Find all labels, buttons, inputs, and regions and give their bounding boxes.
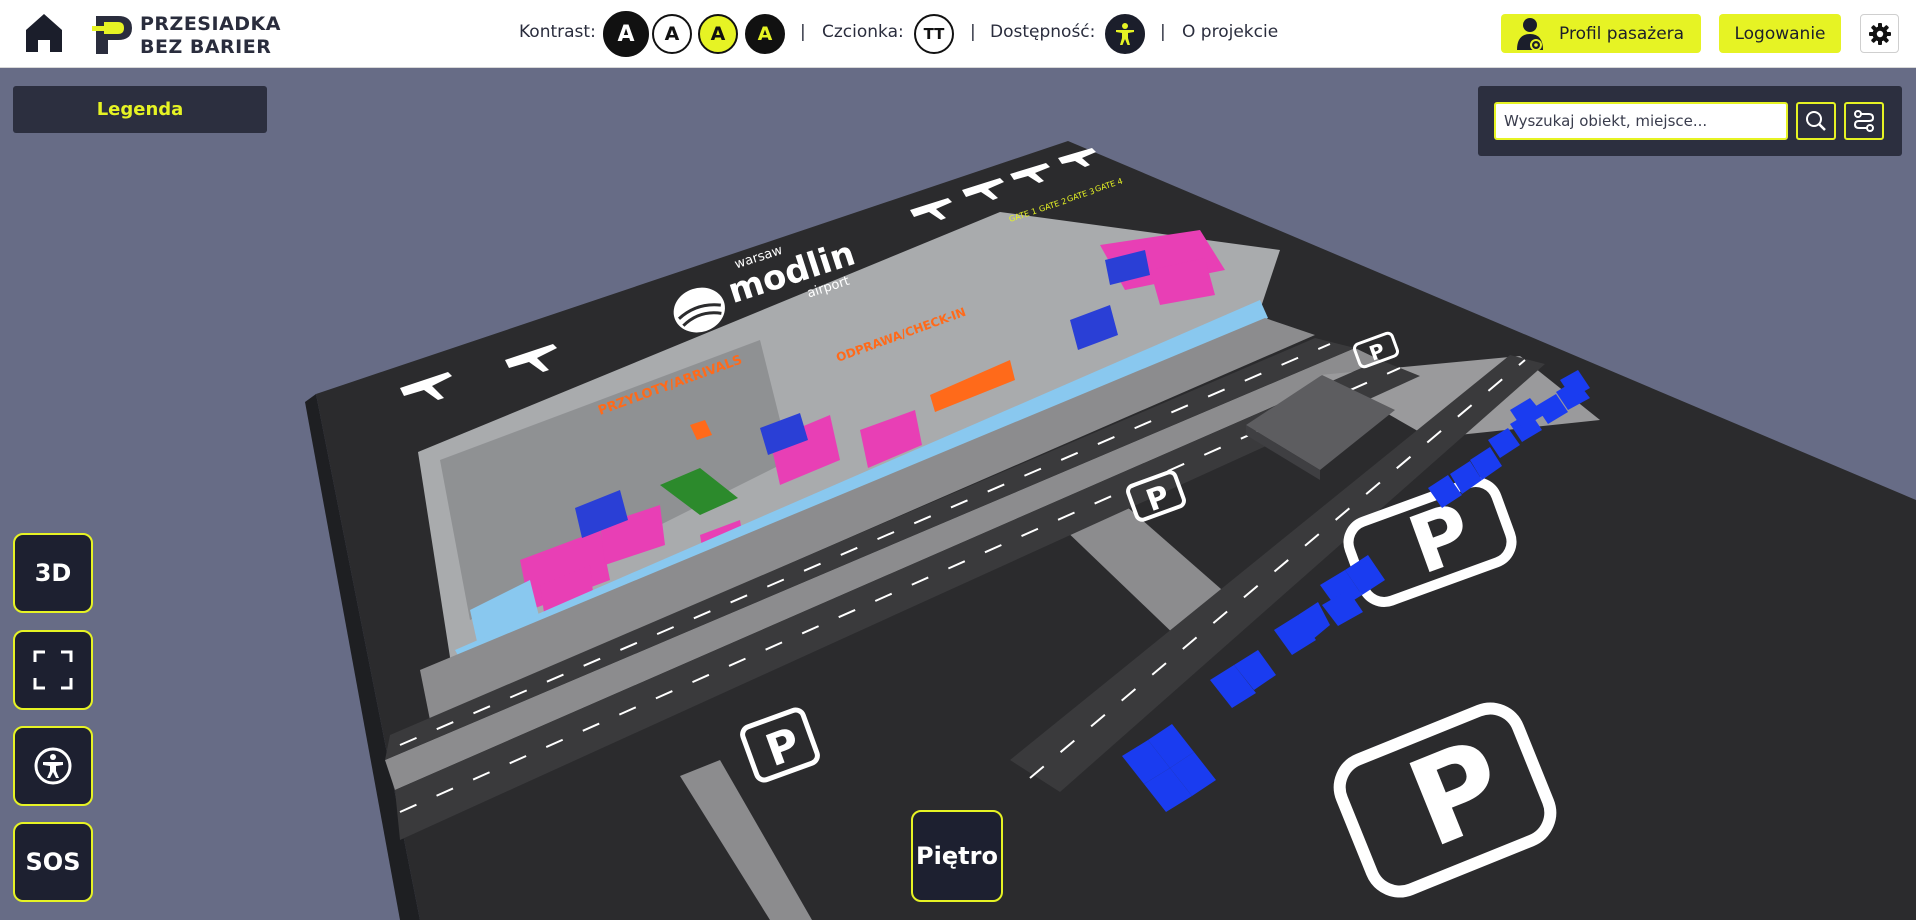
- contrast-option-white[interactable]: A: [652, 14, 692, 54]
- home-icon: [26, 14, 62, 52]
- home-button[interactable]: [22, 10, 66, 56]
- font-label: Czcionka:: [822, 22, 904, 42]
- fullscreen-icon: [33, 650, 73, 690]
- contrast-option-yellow[interactable]: A: [698, 14, 738, 54]
- passenger-profile-icon: [1517, 18, 1543, 51]
- route-button[interactable]: [1844, 102, 1884, 140]
- sos-label: SOS: [25, 848, 81, 876]
- contrast-option-black[interactable]: A: [603, 11, 649, 57]
- login-button[interactable]: Logowanie: [1719, 14, 1841, 53]
- accessibility-mode-button[interactable]: [13, 726, 93, 806]
- floor-button[interactable]: Piętro: [911, 810, 1003, 902]
- font-size-icon: TT: [923, 25, 945, 43]
- logo-text: PRZESIADKA BEZ BARIER: [140, 13, 281, 59]
- search-button[interactable]: [1796, 102, 1836, 140]
- view-3d-label: 3D: [34, 559, 72, 587]
- logo-line2: BEZ BARIER: [140, 36, 272, 58]
- accessibility-label: Dostępność:: [990, 22, 1096, 42]
- search-icon: [1806, 111, 1826, 131]
- logo-icon: [92, 16, 132, 54]
- route-icon: [1853, 110, 1875, 132]
- separator: |: [800, 22, 806, 42]
- fullscreen-button[interactable]: [13, 630, 93, 710]
- about-link[interactable]: O projekcie: [1182, 22, 1278, 42]
- legend-button[interactable]: Legenda: [13, 86, 267, 133]
- logo-line1: PRZESIADKA: [140, 13, 281, 35]
- separator: |: [970, 22, 976, 42]
- gear-icon: [1868, 22, 1891, 45]
- login-label: Logowanie: [1734, 23, 1826, 44]
- map-view[interactable]: PRZYLOTY/ARRIVALS ODPRAWA/CHECK-IN GATE …: [0, 69, 1916, 920]
- search-input[interactable]: [1494, 102, 1788, 140]
- top-bar: PRZESIADKA BEZ BARIER Kontrast: A A A A …: [0, 0, 1916, 68]
- contrast-label: Kontrast:: [519, 22, 596, 42]
- legend-label: Legenda: [96, 99, 184, 120]
- passenger-profile-label: Profil pasażera: [1559, 23, 1685, 44]
- accessibility-button[interactable]: [1105, 14, 1145, 54]
- sos-button[interactable]: SOS: [13, 822, 93, 902]
- contrast-option-black-yellow[interactable]: A: [745, 14, 785, 54]
- view-3d-button[interactable]: 3D: [13, 533, 93, 613]
- passenger-profile-button[interactable]: Profil pasażera: [1501, 14, 1701, 53]
- floor-label: Piętro: [916, 842, 998, 870]
- settings-button[interactable]: [1860, 14, 1899, 53]
- font-size-button[interactable]: TT: [914, 14, 954, 54]
- accessibility-icon: [34, 747, 72, 785]
- map-canvas[interactable]: PRZYLOTY/ARRIVALS ODPRAWA/CHECK-IN GATE …: [0, 69, 1916, 920]
- separator: |: [1160, 22, 1166, 42]
- accessibility-person-icon: [1116, 23, 1134, 45]
- search-panel: [1478, 86, 1902, 156]
